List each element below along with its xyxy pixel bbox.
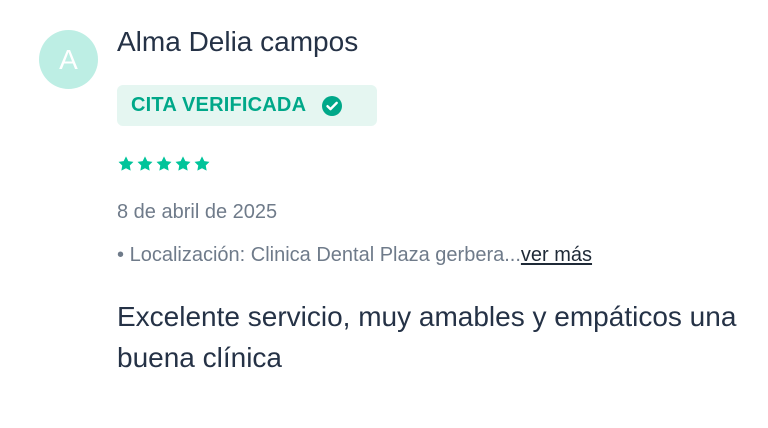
avatar: A <box>39 30 98 89</box>
star-icon <box>193 155 211 173</box>
check-circle-icon <box>322 95 343 116</box>
star-icon <box>155 155 173 173</box>
location-line: • Localización: Clinica Dental Plaza ger… <box>117 242 592 268</box>
review-card: A Alma Delia campos CITA VERIFICADA 8 de… <box>0 0 768 428</box>
star-icon <box>174 155 192 173</box>
review-date: 8 de abril de 2025 <box>117 201 278 223</box>
verified-label: CITA VERIFICADA <box>131 94 307 116</box>
verified-appointment-badge: CITA VERIFICADA <box>117 85 377 126</box>
reviewer-name: Alma Delia campos <box>117 26 359 57</box>
bullet: • <box>117 244 125 266</box>
star-icon <box>117 155 135 173</box>
see-more-link[interactable]: ver más <box>521 244 592 266</box>
star-icon <box>136 155 154 173</box>
location-text: Localización: Clinica Dental Plaza gerbe… <box>129 244 521 266</box>
star-rating <box>117 155 211 173</box>
review-comment: Excelente servicio, muy amables y empáti… <box>117 301 737 373</box>
